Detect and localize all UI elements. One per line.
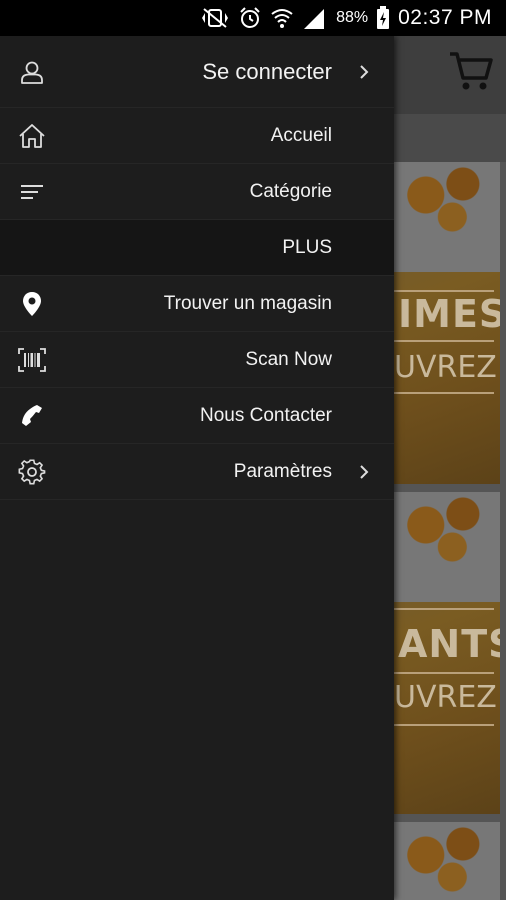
menu-item-categorie[interactable]: Catégorie (0, 164, 394, 220)
wifi-icon (270, 6, 294, 30)
menu-item-settings[interactable]: Paramètres (0, 444, 394, 500)
promo-banner[interactable] (394, 822, 500, 900)
clock: 02:37 PM (398, 6, 492, 29)
cart-icon[interactable] (448, 50, 494, 97)
menu-item-label: Nous Contacter (199, 404, 332, 426)
list-icon (18, 178, 46, 206)
banner-divider (394, 392, 494, 394)
menu-item-label: Trouver un magasin (163, 292, 332, 314)
banner-divider (394, 672, 494, 674)
gear-icon (18, 458, 46, 486)
menu-item-accueil[interactable]: Accueil (0, 108, 394, 164)
user-icon (18, 58, 46, 86)
banner-image (394, 822, 500, 900)
promo-banner[interactable]: ANTS UVREZ (394, 492, 500, 814)
chevron-right-icon (356, 64, 372, 80)
navigation-drawer: Se connecter Accueil Catégorie PLUS Trou… (0, 36, 394, 900)
phone-icon (18, 402, 46, 430)
banner-title: ANTS (398, 622, 500, 666)
location-pin-icon (18, 290, 46, 318)
battery-percent: 88% (336, 9, 369, 26)
chevron-right-icon (356, 464, 372, 480)
menu-item-store-locator[interactable]: Trouver un magasin (0, 276, 394, 332)
banner-divider (394, 724, 494, 726)
menu-item-label: Paramètres (233, 460, 332, 482)
menu-item-contact[interactable]: Nous Contacter (0, 388, 394, 444)
menu-item-scan-now[interactable]: Scan Now (0, 332, 394, 388)
battery-icon (376, 6, 390, 30)
banner-subtitle: UVREZ (394, 680, 497, 715)
banner-image (394, 162, 500, 272)
alarm-icon (238, 6, 262, 30)
menu-item-label: Se connecter (202, 58, 332, 84)
banner-image (394, 492, 500, 602)
promo-banner[interactable]: IMES UVREZ (394, 162, 500, 484)
banner-subtitle: UVREZ (394, 350, 497, 385)
menu-item-plus[interactable]: PLUS (0, 220, 394, 276)
signal-icon (302, 7, 326, 29)
menu-item-label: Catégorie (249, 180, 332, 202)
menu-item-label: PLUS (282, 236, 332, 258)
banner-title: IMES (398, 292, 500, 336)
menu-item-label: Accueil (270, 124, 332, 146)
phone-screen: 88% 02:37 PM IMES UVREZ ANT UVREZ Se con… (0, 0, 506, 900)
barcode-icon (18, 346, 46, 374)
menu-item-login[interactable]: Se connecter (0, 36, 394, 108)
home-icon (18, 122, 46, 150)
vibrate-off-icon (200, 7, 230, 29)
status-bar: 88% 02:37 PM (0, 0, 506, 36)
banner-divider (394, 608, 494, 610)
banner-divider (394, 340, 494, 342)
menu-item-label: Scan Now (245, 348, 332, 370)
